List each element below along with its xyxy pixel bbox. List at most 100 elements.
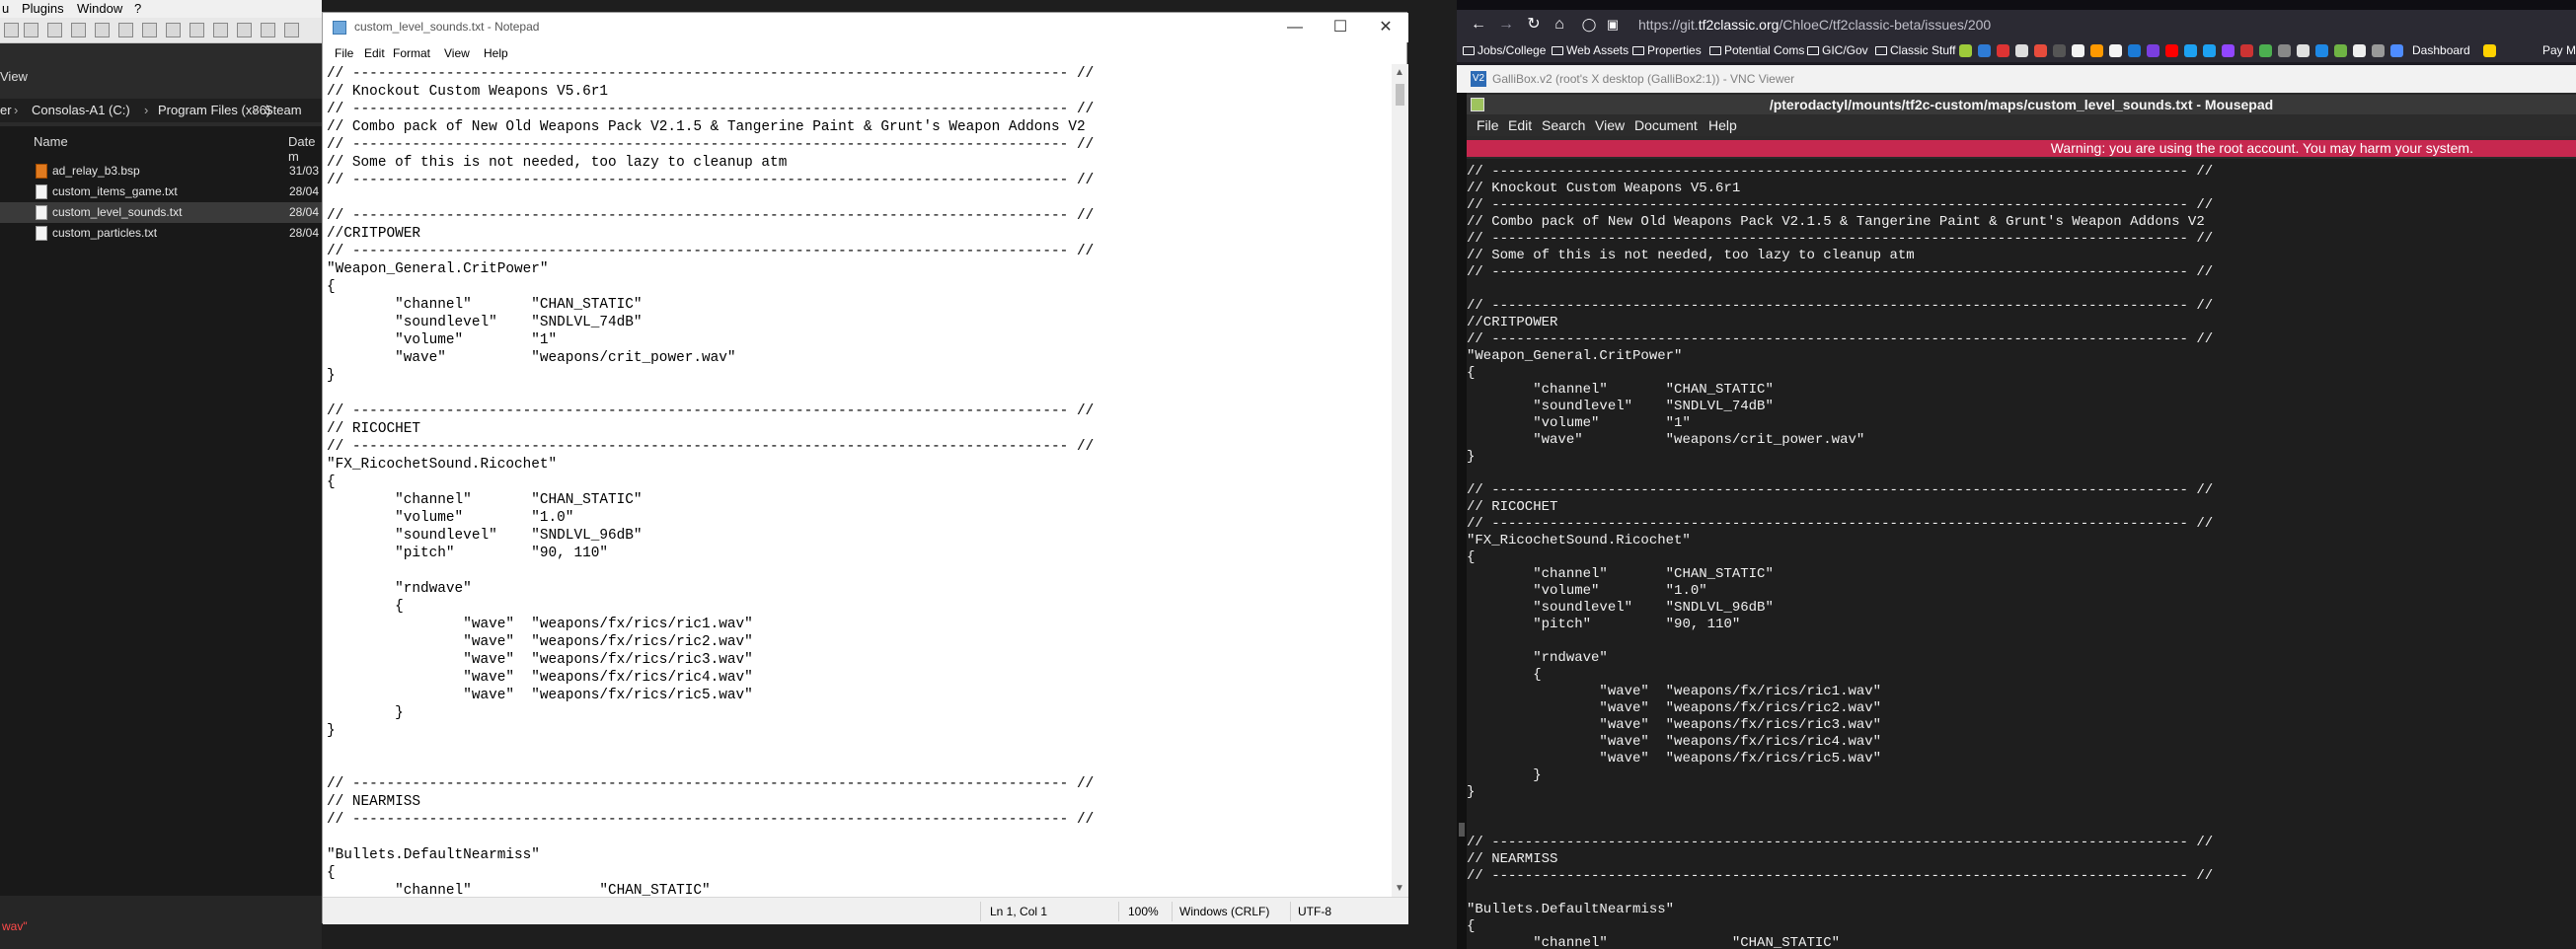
- bookmark-pay[interactable]: Pay M: [2542, 43, 2576, 57]
- bookmark-icon[interactable]: [2034, 44, 2047, 57]
- toolbar-icon[interactable]: [166, 23, 181, 37]
- bookmark-icon[interactable]: [2053, 44, 2066, 57]
- menu-edit[interactable]: Edit: [1508, 117, 1532, 133]
- breadcrumb-item[interactable]: er: [0, 103, 12, 117]
- menu-help[interactable]: Help: [484, 46, 508, 60]
- scroll-thumb[interactable]: [1396, 84, 1404, 106]
- toolbar-icon[interactable]: [71, 23, 86, 37]
- back-icon[interactable]: ←: [1469, 15, 1488, 35]
- bookmark-icon[interactable]: [1978, 44, 1991, 57]
- bookmark-icon[interactable]: [2240, 44, 2253, 57]
- menu-help[interactable]: Help: [1708, 117, 1737, 133]
- menu-item-help[interactable]: ?: [134, 1, 141, 16]
- bookmark-properties[interactable]: Properties: [1632, 43, 1702, 57]
- bookmark-potential-coms[interactable]: Potential Coms: [1709, 43, 1804, 57]
- menu-item-plugins[interactable]: Plugins: [22, 1, 64, 16]
- mousepad-editor[interactable]: // -------------------------------------…: [1467, 159, 2576, 949]
- view-label[interactable]: View: [0, 69, 28, 84]
- toolbar-icon[interactable]: [95, 23, 110, 37]
- list-item[interactable]: custom_level_sounds.txt 28/04: [0, 202, 322, 223]
- toolbar-icon[interactable]: [118, 23, 133, 37]
- bookmark-icon[interactable]: [2372, 44, 2385, 57]
- menu-item-partial[interactable]: u: [2, 1, 9, 16]
- home-icon[interactable]: ⌂: [1550, 15, 1569, 35]
- status-bar: Ln 1, Col 1 100% Windows (CRLF) UTF-8: [323, 897, 1408, 924]
- toolbar-icon[interactable]: [47, 23, 62, 37]
- title-bar[interactable]: custom_level_sounds.txt - Notepad — ☐ ✕: [323, 13, 1408, 42]
- reload-icon[interactable]: ↻: [1524, 15, 1544, 35]
- bookmark-icon[interactable]: [2334, 44, 2347, 57]
- zoom-level: 100%: [1128, 905, 1159, 918]
- menu-item-window[interactable]: Window: [77, 1, 122, 16]
- menu-document[interactable]: Document: [1634, 117, 1698, 133]
- scroll-up-icon[interactable]: ▲: [1395, 67, 1404, 78]
- maximize-button[interactable]: ☐: [1318, 13, 1363, 42]
- shield-icon[interactable]: ◯: [1579, 15, 1599, 35]
- bookmark-icon[interactable]: [2353, 44, 2366, 57]
- column-date[interactable]: Date m: [288, 134, 322, 164]
- bookmark-icon[interactable]: [2147, 44, 2159, 57]
- minimize-button[interactable]: —: [1272, 13, 1318, 42]
- bookmark-icon[interactable]: [2184, 44, 2197, 57]
- bookmark-icon[interactable]: [2278, 44, 2291, 57]
- forward-icon[interactable]: →: [1496, 15, 1516, 35]
- toolbar-icon[interactable]: [189, 23, 204, 37]
- mousepad-title-bar[interactable]: /pterodactyl/mounts/tf2c-custom/maps/cus…: [1467, 95, 2576, 114]
- bookmark-jobs-college[interactable]: Jobs/College: [1463, 43, 1546, 57]
- url-bar[interactable]: https://git.tf2classic.org/ChloeC/tf2cla…: [1638, 17, 1991, 33]
- vnc-title-bar[interactable]: V2 GalliBox.v2 (root's X desktop (GalliB…: [1457, 65, 2576, 93]
- bookmark-icon[interactable]: [2128, 44, 2141, 57]
- tab-strip[interactable]: [1457, 0, 2576, 10]
- toolbar-icon[interactable]: [4, 23, 19, 37]
- bookmark-icon[interactable]: [2165, 44, 2178, 57]
- bookmark-icon[interactable]: [2109, 44, 2122, 57]
- bookmark-classic-stuff[interactable]: Classic Stuff: [1875, 43, 1955, 57]
- menu-view[interactable]: View: [444, 46, 470, 60]
- bookmark-gic-gov[interactable]: GIC/Gov: [1807, 43, 1868, 57]
- toolbar-icon[interactable]: [237, 23, 252, 37]
- toolbar-icon[interactable]: [24, 23, 38, 37]
- scroll-down-icon[interactable]: ▼: [1395, 883, 1404, 894]
- bookmark-icon[interactable]: [2315, 44, 2328, 57]
- breadcrumb[interactable]: er › Consolas-A1 (C:) › Program Files (x…: [0, 99, 322, 122]
- toolbar-icon[interactable]: [284, 23, 299, 37]
- bookmark-icon[interactable]: [2090, 44, 2103, 57]
- bookmark-dashboard[interactable]: Dashboard: [2412, 43, 2470, 57]
- file-icon: [36, 205, 47, 220]
- url-host: tf2classic.org: [1698, 17, 1780, 33]
- bookmark-web-assets[interactable]: Web Assets: [1552, 43, 1629, 57]
- toolbar-icon[interactable]: [142, 23, 157, 37]
- bookmark-icon[interactable]: [1997, 44, 2009, 57]
- mousepad-content[interactable]: // -------------------------------------…: [1467, 164, 2213, 949]
- vertical-scrollbar[interactable]: ▲ ▼: [1392, 64, 1408, 897]
- toolbar-icon[interactable]: [261, 23, 275, 37]
- menu-search[interactable]: Search: [1542, 117, 1585, 133]
- menu-bar: File Edit Format View Help: [323, 42, 1408, 64]
- column-name[interactable]: Name: [34, 134, 68, 149]
- bookmark-icon[interactable]: [2483, 44, 2496, 57]
- lock-icon[interactable]: ▣: [1603, 15, 1623, 35]
- list-item[interactable]: custom_items_game.txt 28/04: [0, 182, 322, 202]
- breadcrumb-item[interactable]: Consolas-A1 (C:): [32, 103, 130, 117]
- bookmark-icon[interactable]: [2259, 44, 2272, 57]
- menu-format[interactable]: Format: [393, 46, 430, 60]
- bookmark-icon[interactable]: [1959, 44, 1972, 57]
- text-editor[interactable]: // -------------------------------------…: [323, 64, 1392, 897]
- list-item[interactable]: ad_relay_b3.bsp 31/03: [0, 161, 322, 182]
- toolbar-icon[interactable]: [213, 23, 228, 37]
- menu-file[interactable]: File: [1477, 117, 1499, 133]
- breadcrumb-item[interactable]: Steam: [265, 103, 302, 117]
- bookmark-icon[interactable]: [2222, 44, 2235, 57]
- bookmark-icon[interactable]: [2390, 44, 2403, 57]
- bookmark-icon[interactable]: [2072, 44, 2084, 57]
- menu-edit[interactable]: Edit: [364, 46, 385, 60]
- bookmark-icon[interactable]: [2297, 44, 2310, 57]
- editor-content[interactable]: // -------------------------------------…: [327, 65, 1094, 897]
- bookmark-icon[interactable]: [2203, 44, 2216, 57]
- list-item[interactable]: custom_particles.txt 28/04: [0, 223, 322, 244]
- file-name: custom_items_game.txt: [52, 184, 178, 198]
- menu-file[interactable]: File: [335, 46, 353, 60]
- bookmark-icon[interactable]: [2015, 44, 2028, 57]
- close-button[interactable]: ✕: [1363, 13, 1408, 42]
- menu-view[interactable]: View: [1595, 117, 1625, 133]
